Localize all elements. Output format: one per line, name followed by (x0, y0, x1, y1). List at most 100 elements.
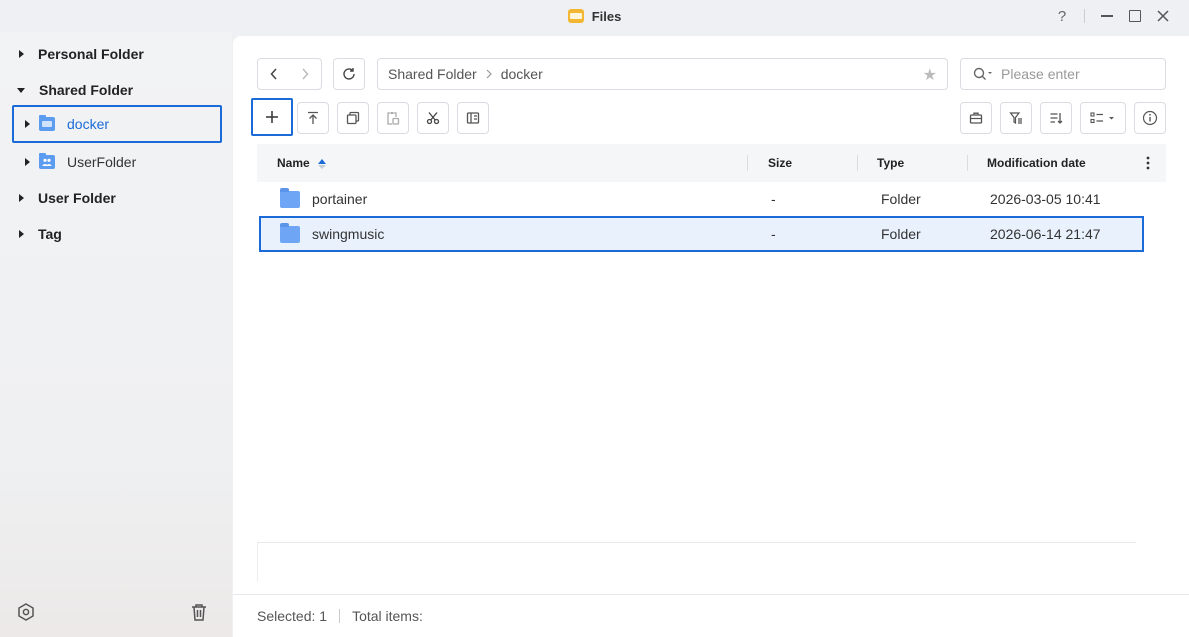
column-header-modification-date[interactable]: Modification date (987, 144, 1086, 182)
info-button[interactable] (1134, 102, 1166, 134)
recycle-bin-button[interactable] (188, 601, 210, 623)
window-title: Files (591, 8, 622, 24)
caret-right-icon[interactable] (19, 50, 24, 58)
column-header-name[interactable]: Name (277, 144, 326, 182)
search-icon[interactable] (973, 67, 993, 81)
column-options-button[interactable] (1146, 144, 1150, 182)
status-divider (339, 609, 341, 623)
info-icon (1142, 110, 1158, 126)
archive-icon (466, 112, 480, 124)
settings-icon (18, 603, 34, 621)
caret-right-icon[interactable] (19, 230, 24, 238)
search-box (960, 58, 1166, 90)
sidebar-item-personal-folder[interactable]: Personal Folder (0, 36, 232, 72)
caret-right-icon[interactable] (25, 120, 30, 128)
selected-count: Selected: 1 (257, 608, 328, 624)
compress-button[interactable] (457, 102, 489, 134)
sidebar-item-user-folder[interactable]: User Folder (0, 180, 232, 216)
window-controls-divider (1084, 9, 1085, 23)
modified-cell: 2026-03-05 10:41 (990, 191, 1101, 207)
help-button[interactable]: ? (1048, 2, 1076, 30)
chevron-left-icon (270, 68, 277, 80)
size-cell: - (771, 226, 776, 242)
settings-button[interactable] (15, 601, 37, 623)
column-divider[interactable] (857, 155, 858, 171)
search-input[interactable] (1001, 66, 1151, 82)
main-panel: Shared Folder docker ★ Please enter Name… (233, 36, 1189, 637)
close-icon (1157, 10, 1169, 22)
table-row[interactable]: portainer - Folder 2026-03-05 10:41 (257, 181, 1166, 217)
column-divider[interactable] (967, 155, 968, 171)
sidebar-item-shared-folder[interactable]: Shared Folder (0, 72, 232, 108)
more-vertical-icon (1146, 156, 1150, 170)
toolbox-button[interactable] (960, 102, 992, 134)
close-button[interactable] (1149, 2, 1177, 30)
chevron-right-icon (302, 68, 309, 80)
filter-icon (1009, 112, 1022, 125)
sidebar-item-label: Tag (38, 226, 62, 242)
breadcrumb-item-shared-folder[interactable]: Shared Folder (388, 66, 477, 82)
cut-button[interactable] (417, 102, 449, 134)
sidebar-item-label: docker (67, 116, 110, 132)
sidebar-item-tag[interactable]: Tag (0, 216, 232, 252)
maximize-icon (1129, 10, 1141, 22)
size-cell: - (771, 191, 776, 207)
sidebar-item-label: Personal Folder (38, 46, 144, 62)
window-title-group: Files (567, 8, 622, 24)
view-mode-dropdown[interactable] (1080, 102, 1126, 134)
filter-button[interactable] (1000, 102, 1032, 134)
navigation-buttons (257, 58, 322, 90)
table-row[interactable]: swingmusic - Folder 2026-06-14 21:47 (259, 216, 1144, 252)
back-button[interactable] (258, 59, 290, 89)
status-bar: Selected: 1 Total items: (233, 594, 1189, 637)
copy-icon (346, 111, 360, 125)
caret-right-icon[interactable] (25, 158, 30, 166)
favorite-star-icon[interactable]: ★ (923, 65, 937, 85)
upload-button[interactable] (297, 102, 329, 134)
sort-button[interactable] (1040, 102, 1072, 134)
paste-icon (387, 112, 400, 125)
sidebar-item-userfolder[interactable]: UserFolder (0, 144, 232, 180)
toolbox-icon (969, 112, 983, 124)
caret-down-icon[interactable] (17, 87, 25, 93)
sort-ascending-icon (317, 158, 326, 169)
sidebar-footer (0, 591, 232, 637)
breadcrumb: Shared Folder docker ★ (377, 58, 948, 90)
shared-folder-icon (39, 115, 55, 131)
table-header: Name Size Type Modification date (257, 144, 1166, 182)
type-cell: Folder (881, 226, 921, 242)
plus-icon (266, 111, 278, 123)
help-icon: ? (1057, 7, 1067, 25)
forward-button[interactable] (290, 59, 322, 89)
name-cell: swingmusic (280, 218, 384, 250)
list-view-icon (1090, 112, 1114, 124)
sidebar-item-docker[interactable]: docker (12, 105, 222, 143)
sidebar-item-label: UserFolder (67, 154, 137, 170)
paste-button[interactable] (377, 102, 409, 134)
caret-right-icon[interactable] (19, 194, 24, 202)
sidebar-item-label: User Folder (38, 190, 116, 206)
breadcrumb-separator-icon (486, 69, 492, 79)
sidebar: Personal Folder Shared Folder docker Use… (0, 32, 232, 637)
minimize-button[interactable] (1093, 2, 1121, 30)
column-divider[interactable] (747, 155, 748, 171)
folder-icon (280, 187, 300, 208)
column-header-size[interactable]: Size (768, 144, 792, 182)
maximize-button[interactable] (1121, 2, 1149, 30)
window-controls: ? (1048, 0, 1177, 32)
copy-button[interactable] (337, 102, 369, 134)
type-cell: Folder (881, 191, 921, 207)
folder-icon (280, 222, 300, 243)
sidebar-item-label: Shared Folder (39, 82, 134, 98)
modified-cell: 2026-06-14 21:47 (990, 226, 1101, 242)
minimize-icon (1101, 15, 1113, 17)
new-button[interactable] (251, 98, 293, 136)
file-list-bottom-area (257, 542, 1136, 582)
column-header-type[interactable]: Type (877, 144, 904, 182)
title-bar: Files ? (0, 0, 1189, 32)
breadcrumb-item-docker[interactable]: docker (501, 66, 543, 82)
refresh-button[interactable] (333, 58, 365, 90)
sort-icon (1050, 113, 1063, 124)
refresh-icon (343, 68, 355, 80)
total-items: Total items: (352, 608, 423, 624)
